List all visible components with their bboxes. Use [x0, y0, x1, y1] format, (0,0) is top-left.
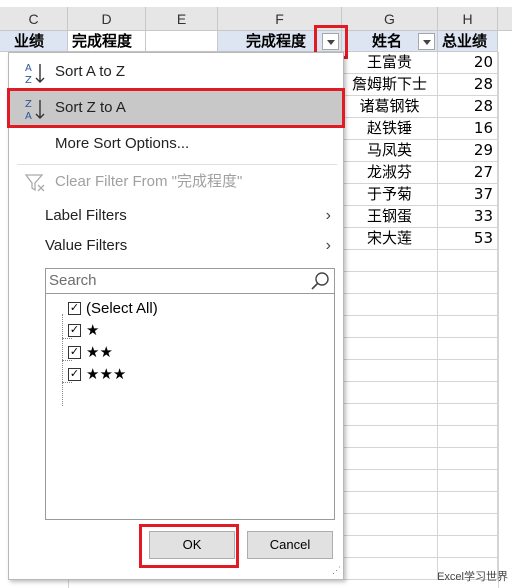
menu-value-filters[interactable]: Value Filters ›	[9, 229, 343, 263]
empty-cell[interactable]	[342, 316, 438, 338]
empty-cell[interactable]	[342, 536, 438, 558]
cell-total[interactable]: 37	[438, 184, 498, 206]
empty-cell[interactable]	[438, 536, 498, 558]
empty-cell[interactable]	[438, 404, 498, 426]
list-item-two-star[interactable]: ✓ ★★	[68, 342, 113, 364]
checkbox-select-all[interactable]: ✓	[68, 302, 81, 315]
empty-cell[interactable]	[438, 448, 498, 470]
empty-cell[interactable]	[438, 272, 498, 294]
search-input[interactable]: Search	[45, 268, 335, 294]
column-header-e[interactable]: E	[146, 7, 218, 31]
empty-cell[interactable]	[342, 470, 438, 492]
svg-text:A: A	[25, 63, 32, 74]
cell-name[interactable]: 詹姆斯下士	[342, 74, 438, 96]
more-sort-options-label: More Sort Options...	[55, 135, 190, 152]
search-icon	[311, 272, 329, 290]
cell-e-header[interactable]	[146, 31, 218, 52]
cancel-button[interactable]: Cancel	[247, 531, 333, 559]
search-placeholder: Search	[49, 272, 97, 289]
checkbox-one-star[interactable]: ✓	[68, 324, 81, 337]
empty-cell[interactable]	[438, 294, 498, 316]
list-item-three-star[interactable]: ✓ ★★★	[68, 364, 126, 386]
menu-more-sort-options[interactable]: More Sort Options...	[9, 127, 343, 161]
empty-cell[interactable]	[342, 382, 438, 404]
chevron-down-icon	[423, 40, 431, 45]
empty-cell[interactable]	[438, 316, 498, 338]
empty-cell[interactable]	[438, 360, 498, 382]
empty-cell[interactable]	[438, 338, 498, 360]
empty-cell[interactable]	[342, 294, 438, 316]
menu-clear-filter[interactable]: Clear Filter From "完成程度"	[9, 165, 343, 199]
checkbox-three-star[interactable]: ✓	[68, 368, 81, 381]
chevron-right-icon: ›	[325, 237, 331, 254]
watermark: Excel学习世界	[437, 571, 508, 583]
empty-cell[interactable]	[438, 250, 498, 272]
cell-d-header[interactable]: 完成程度	[68, 31, 146, 52]
empty-cell[interactable]	[342, 492, 438, 514]
list-item-label: (Select All)	[86, 300, 158, 317]
list-item-select-all[interactable]: ✓ (Select All)	[68, 298, 158, 320]
cell-total[interactable]: 16	[438, 118, 498, 140]
cell-total[interactable]: 27	[438, 162, 498, 184]
cell-name[interactable]: 王钢蛋	[342, 206, 438, 228]
empty-cell[interactable]	[342, 404, 438, 426]
empty-cell[interactable]	[342, 360, 438, 382]
column-header-filler	[498, 7, 512, 31]
cell-name[interactable]: 马凤英	[342, 140, 438, 162]
empty-cell[interactable]	[342, 426, 438, 448]
empty-cell[interactable]	[438, 426, 498, 448]
cell-name[interactable]: 龙淑芬	[342, 162, 438, 184]
cell-c-header[interactable]: 业绩	[0, 31, 68, 52]
cell-name[interactable]: 赵铁锤	[342, 118, 438, 140]
empty-cell[interactable]	[342, 272, 438, 294]
svg-text:Z: Z	[25, 75, 32, 85]
column-header-d[interactable]: D	[68, 7, 146, 31]
menu-sort-a-to-z[interactable]: A Z Sort A to Z	[9, 55, 343, 89]
empty-cell[interactable]	[438, 514, 498, 536]
filter-values-list: ✓ (Select All) ✓ ★ ✓ ★★ ✓ ★★★	[45, 294, 335, 520]
menu-label-filters[interactable]: Label Filters ›	[9, 199, 343, 233]
empty-cell[interactable]	[438, 470, 498, 492]
column-header-c[interactable]: C	[0, 7, 68, 31]
header-c-label: 业绩	[14, 32, 45, 50]
cell-h-header[interactable]: 总业绩	[438, 31, 498, 52]
cell-name[interactable]: 宋大莲	[342, 228, 438, 250]
cell-total[interactable]: 53	[438, 228, 498, 250]
highlight-ok-button	[139, 524, 239, 568]
label-filters-label: Label Filters	[45, 207, 127, 224]
empty-cell[interactable]	[342, 514, 438, 536]
header-g-label: 姓名	[372, 32, 403, 50]
cell-total[interactable]: 28	[438, 96, 498, 118]
resize-grip-icon[interactable]: ⋰	[332, 565, 341, 576]
clear-filter-icon	[24, 174, 45, 192]
column-header-h[interactable]: H	[438, 7, 498, 31]
highlight-sort-z-to-a	[7, 88, 345, 128]
filter-dropdown-g[interactable]	[418, 33, 435, 50]
empty-cell[interactable]	[342, 250, 438, 272]
filter-menu: A Z Sort A to Z Z A Sort Z to A More Sor…	[8, 52, 344, 580]
empty-cell[interactable]	[438, 382, 498, 404]
column-header-g[interactable]: G	[342, 7, 438, 31]
cell-total[interactable]: 29	[438, 140, 498, 162]
header-d-label: 完成程度	[72, 32, 133, 50]
value-filters-label: Value Filters	[45, 237, 128, 254]
list-item-one-star[interactable]: ✓ ★	[68, 320, 99, 342]
sort-a-to-z-label: Sort A to Z	[55, 63, 126, 80]
header-f-label: 完成程度	[246, 32, 307, 50]
cell-total[interactable]: 33	[438, 206, 498, 228]
empty-cell[interactable]	[342, 558, 438, 580]
cell-total[interactable]: 20	[438, 52, 498, 74]
cell-name[interactable]: 诸葛钢铁	[342, 96, 438, 118]
cell-name[interactable]: 于予菊	[342, 184, 438, 206]
empty-cell[interactable]	[342, 338, 438, 360]
sort-ascending-icon: A Z	[25, 63, 45, 85]
header-h-label: 总业绩	[442, 32, 488, 50]
chevron-right-icon: ›	[325, 207, 331, 224]
empty-cell[interactable]	[342, 448, 438, 470]
clear-filter-label: Clear Filter From "完成程度"	[55, 173, 243, 190]
cell-name[interactable]: 王富贵	[342, 52, 438, 74]
checkbox-two-star[interactable]: ✓	[68, 346, 81, 359]
cell-total[interactable]: 28	[438, 74, 498, 96]
empty-cell[interactable]	[438, 492, 498, 514]
